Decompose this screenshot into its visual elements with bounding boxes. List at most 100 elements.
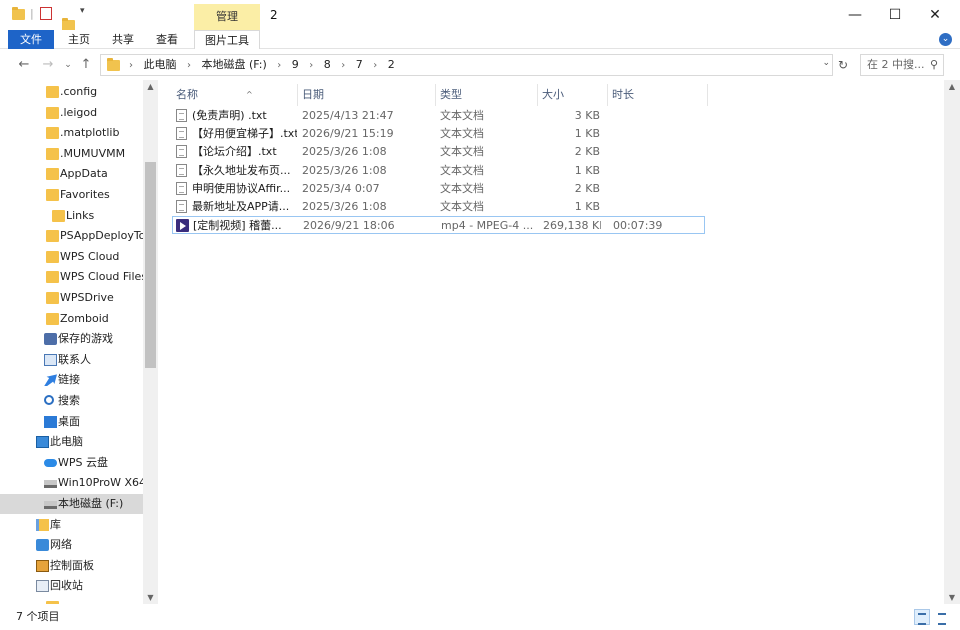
recent-locations-icon[interactable]: ⌄ [58,55,78,75]
text-file-icon [176,200,187,213]
nav-item[interactable]: 网络 [0,535,143,555]
chevron-right-icon[interactable]: › [373,60,377,71]
nav-item[interactable]: Zomboid [0,309,143,329]
ribbon-expand-icon[interactable]: ⌄ [939,33,952,46]
nav-item[interactable]: PSAppDeployToo [0,226,143,246]
nav-item-label: .config [60,85,98,98]
details-view-icon[interactable] [914,609,930,625]
breadcrumb-item[interactable]: 7 [356,58,363,71]
chevron-right-icon[interactable]: › [187,60,191,71]
nav-item[interactable]: 链接 [0,370,143,390]
nav-item[interactable]: 控制面板 [0,556,143,576]
nav-item-label: WPS 云盘 [58,455,108,469]
drive-icon [44,480,57,489]
scroll-up-icon[interactable]: ▲ [944,82,960,91]
nav-scrollbar[interactable]: ▲ ▼ [143,80,158,604]
chevron-right-icon[interactable]: › [341,60,345,71]
folder-icon [46,127,59,140]
breadcrumb-item[interactable]: 本地磁盘 (F:) [202,58,267,71]
chevron-right-icon: › [129,60,133,71]
nav-item[interactable]: AppData [0,164,143,184]
file-date: 2025/3/26 1:08 [302,200,387,213]
file-row[interactable]: 【论坛介绍】.txt 2025/3/26 1:08 文本文档 2 KB [172,143,705,161]
nav-item-label: WPS Cloud Files [60,270,143,284]
file-list-scrollbar[interactable]: ▲ ▼ [944,80,960,604]
breadcrumb-item[interactable]: 2 [388,58,395,71]
file-row[interactable]: [定制视频] 稽蕾... 2026/9/21 18:06 mp4 - MPEG-4 … [172,216,705,235]
nav-item[interactable]: 库 [0,515,143,535]
nav-item[interactable]: WPS 云盘 [0,453,143,473]
status-bar: 7 个项目 [0,604,960,630]
file-name: 【永久地址发布页... [192,163,291,177]
file-size: 2 KB [574,145,600,159]
tab-share[interactable]: 共享 [102,30,144,49]
scroll-down-icon[interactable]: ▼ [143,593,158,602]
folder-icon [46,106,59,119]
search-icon[interactable]: ⚲ [930,55,938,75]
nav-item[interactable]: 保存的游戏 [0,329,143,349]
file-row[interactable]: 【永久地址发布页... 2025/3/26 1:08 文本文档 1 KB [172,162,705,180]
nav-item[interactable]: .matplotlib [0,123,143,143]
saved-games-icon [44,333,57,346]
nav-item[interactable]: 联系人 [0,350,143,370]
nav-item[interactable]: 此电脑 [0,432,143,452]
column-header-size[interactable]: 大小 [538,84,608,106]
file-name: (免责声明) .txt [192,109,267,122]
nav-item[interactable]: 回收站 [0,576,143,596]
tab-view[interactable]: 查看 [146,30,188,49]
large-icons-view-icon[interactable] [934,609,950,625]
folder-icon [46,292,59,304]
nav-item[interactable]: Favorites [0,185,143,205]
tab-file[interactable]: 文件 [8,30,54,49]
up-button[interactable]: ↑ [76,55,96,75]
file-duration: 00:07:39 [613,219,663,233]
nav-item[interactable]: WPS Cloud [0,247,143,267]
file-date: 2025/3/26 1:08 [302,163,387,177]
scrollbar-thumb[interactable] [145,162,156,368]
chevron-right-icon[interactable]: › [277,60,281,71]
nav-item[interactable]: .MUMUVMM [0,144,143,164]
back-button[interactable]: ← [14,55,34,75]
properties-icon[interactable] [40,7,52,20]
column-header-duration[interactable]: 时长 [608,84,708,106]
folder-icon [107,58,120,71]
scroll-up-icon[interactable]: ▲ [143,82,158,91]
file-row[interactable]: 【好用便宜梯子】.txt 2026/9/21 15:19 文本文档 1 KB [172,125,705,143]
breadcrumb-item[interactable]: 此电脑 [144,58,177,71]
nav-item[interactable]: ... [0,597,143,604]
text-file-icon [176,145,187,159]
breadcrumb-item[interactable]: 9 [292,58,299,71]
nav-item[interactable]: 桌面 [0,412,143,432]
nav-item[interactable]: .config [0,82,143,102]
chevron-right-icon[interactable]: › [309,60,313,71]
close-button[interactable]: ✕ [912,0,958,30]
file-row[interactable]: (免责声明) .txt 2025/4/13 21:47 文本文档 3 KB [172,107,705,125]
folder-icon [52,209,65,222]
file-row[interactable]: 申明使用协议Affir... 2025/3/4 0:07 文本文档 2 KB [172,180,705,198]
recycle-bin-icon [36,580,49,593]
column-header-date[interactable]: 日期 [298,84,436,106]
file-row[interactable]: 最新地址及APP请... 2025/3/26 1:08 文本文档 1 KB [172,198,705,216]
nav-item[interactable]: Win10ProW X64 [0,473,143,493]
breadcrumb-item[interactable]: 8 [324,58,331,71]
nav-item[interactable]: Links [0,206,143,226]
nav-item[interactable]: .leigod [0,103,143,123]
column-header-name[interactable]: 名称 ^ [172,84,298,106]
nav-item-label: WPS Cloud [60,249,120,263]
nav-item[interactable]: WPSDrive [0,288,143,308]
refresh-icon[interactable]: ↻ [834,56,852,74]
quick-access-dropdown-icon[interactable]: ▾ [80,6,85,16]
folder-icon [46,168,59,181]
nav-item[interactable]: WPS Cloud Files [0,267,143,287]
scroll-down-icon[interactable]: ▼ [944,593,960,602]
forward-button[interactable]: → [38,55,58,75]
tab-home[interactable]: 主页 [58,30,100,49]
tab-picture-tools[interactable]: 图片工具 [194,30,260,49]
nav-item[interactable]: 搜索 [0,391,143,411]
manage-context-tab[interactable]: 管理 [194,4,260,30]
nav-item[interactable]: 本地磁盘 (F:) [0,494,143,514]
address-dropdown-icon[interactable]: ⌄ [822,58,830,68]
search-input[interactable]: 在 2 中搜... ⚲ [860,54,944,76]
address-bar[interactable]: › 此电脑 › 本地磁盘 (F:) › 9 › 8 › 7 › 2 ⌄ [100,54,833,76]
column-header-type[interactable]: 类型 [436,84,538,106]
